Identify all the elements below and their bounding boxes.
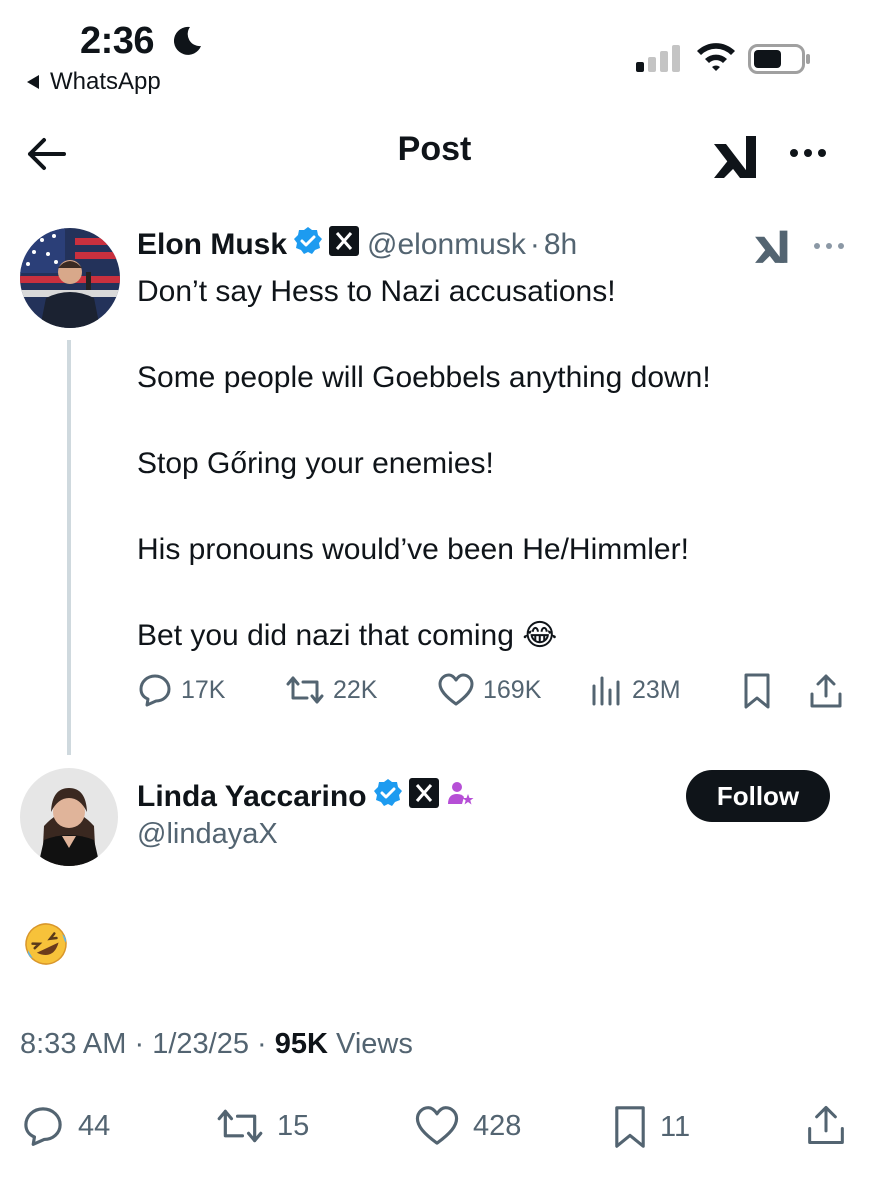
author-handle[interactable]: @lindayaX [137, 818, 278, 851]
separator-dot: · [529, 228, 540, 261]
repost-button[interactable]: 22K [285, 672, 377, 708]
post-text: Don’t say Hess to Nazi accusations! Some… [137, 270, 837, 657]
thread-connector [67, 340, 71, 755]
analytics-icon [592, 676, 620, 706]
x-affiliate-badge-icon [329, 226, 360, 264]
reply-author-row: Linda Yaccarino [137, 778, 475, 816]
more-options-button[interactable] [786, 138, 830, 173]
repost-count: 22K [333, 675, 378, 704]
bookmark-count: 11 [660, 1110, 691, 1143]
repost-icon [217, 1109, 263, 1143]
reply-text: 🤣 [22, 920, 70, 973]
follow-button[interactable]: Follow [686, 770, 830, 822]
post-author-row: Elon Musk @elonmusk · 8h [137, 226, 577, 264]
heart-icon [415, 1106, 459, 1145]
reply-button[interactable]: 44 [20, 1104, 110, 1148]
like-button[interactable]: 428 [413, 1104, 521, 1148]
views-label: Views [336, 1028, 413, 1060]
back-to-app-link[interactable]: WhatsApp [26, 68, 161, 96]
view-count: 23M [632, 675, 681, 704]
post-line: Some people will Goebbels anything down! [137, 361, 711, 394]
reply-count: 17K [181, 675, 226, 704]
post-line: Stop Gőring your enemies! [137, 447, 494, 480]
author-handle[interactable]: @elonmusk [367, 228, 526, 262]
share-button[interactable] [808, 672, 844, 710]
author-name[interactable]: Elon Musk [137, 228, 287, 262]
share-icon [810, 674, 842, 708]
rolling-laughing-emoji-icon [25, 923, 67, 965]
share-icon [808, 1105, 844, 1145]
repost-button[interactable]: 15 [215, 1104, 309, 1148]
verified-badge-icon [293, 226, 323, 264]
post-line: Bet you did nazi that coming 😂 [137, 619, 558, 652]
wifi-icon [695, 40, 737, 77]
moon-icon [170, 24, 204, 63]
post-line: Don’t say Hess to Nazi accusations! [137, 275, 616, 308]
share-button[interactable] [805, 1102, 847, 1148]
battery-icon [748, 44, 812, 79]
like-count: 169K [483, 675, 542, 704]
bookmark-icon [615, 1106, 645, 1148]
verified-badge-icon [373, 778, 403, 816]
avatar[interactable] [20, 768, 118, 866]
separator-dot: · [134, 1028, 145, 1060]
post-more-options-button[interactable] [812, 236, 846, 261]
grok-xai-button[interactable] [710, 130, 762, 187]
back-triangle-icon [27, 75, 39, 89]
bookmark-button[interactable] [742, 672, 772, 710]
post-age[interactable]: 8h [544, 228, 577, 262]
reply-count: 44 [78, 1109, 111, 1142]
reply-button[interactable]: 17K [137, 672, 225, 708]
reply-icon [24, 1107, 62, 1146]
separator-dot: · [257, 1028, 267, 1060]
views-count: 95K [274, 1028, 328, 1060]
reply-icon [139, 674, 171, 707]
status-time: 2:36 [80, 20, 155, 62]
bookmark-button[interactable]: 11 [612, 1104, 690, 1150]
post-meta: 8:33 AM · 1/23/25 · 95K Views [20, 1028, 413, 1061]
like-count: 428 [473, 1109, 522, 1142]
author-name[interactable]: Linda Yaccarino [137, 780, 367, 814]
avatar[interactable] [20, 228, 120, 328]
grok-xai-button[interactable] [752, 225, 792, 272]
x-affiliate-badge-icon [408, 778, 439, 816]
back-app-label: WhatsApp [50, 68, 161, 95]
repost-icon [286, 676, 324, 704]
pronoun-person-icon [445, 778, 475, 816]
post-time[interactable]: 8:33 AM [20, 1028, 126, 1060]
like-button[interactable]: 169K [437, 672, 541, 708]
views-button[interactable]: 23M [590, 672, 681, 708]
cellular-signal-icon [636, 44, 682, 77]
post-line: His pronouns would’ve been He/Himmler! [137, 533, 689, 566]
heart-icon [438, 673, 474, 706]
post-date[interactable]: 1/23/25 [152, 1028, 249, 1060]
repost-count: 15 [277, 1109, 310, 1142]
bookmark-icon [744, 673, 770, 709]
